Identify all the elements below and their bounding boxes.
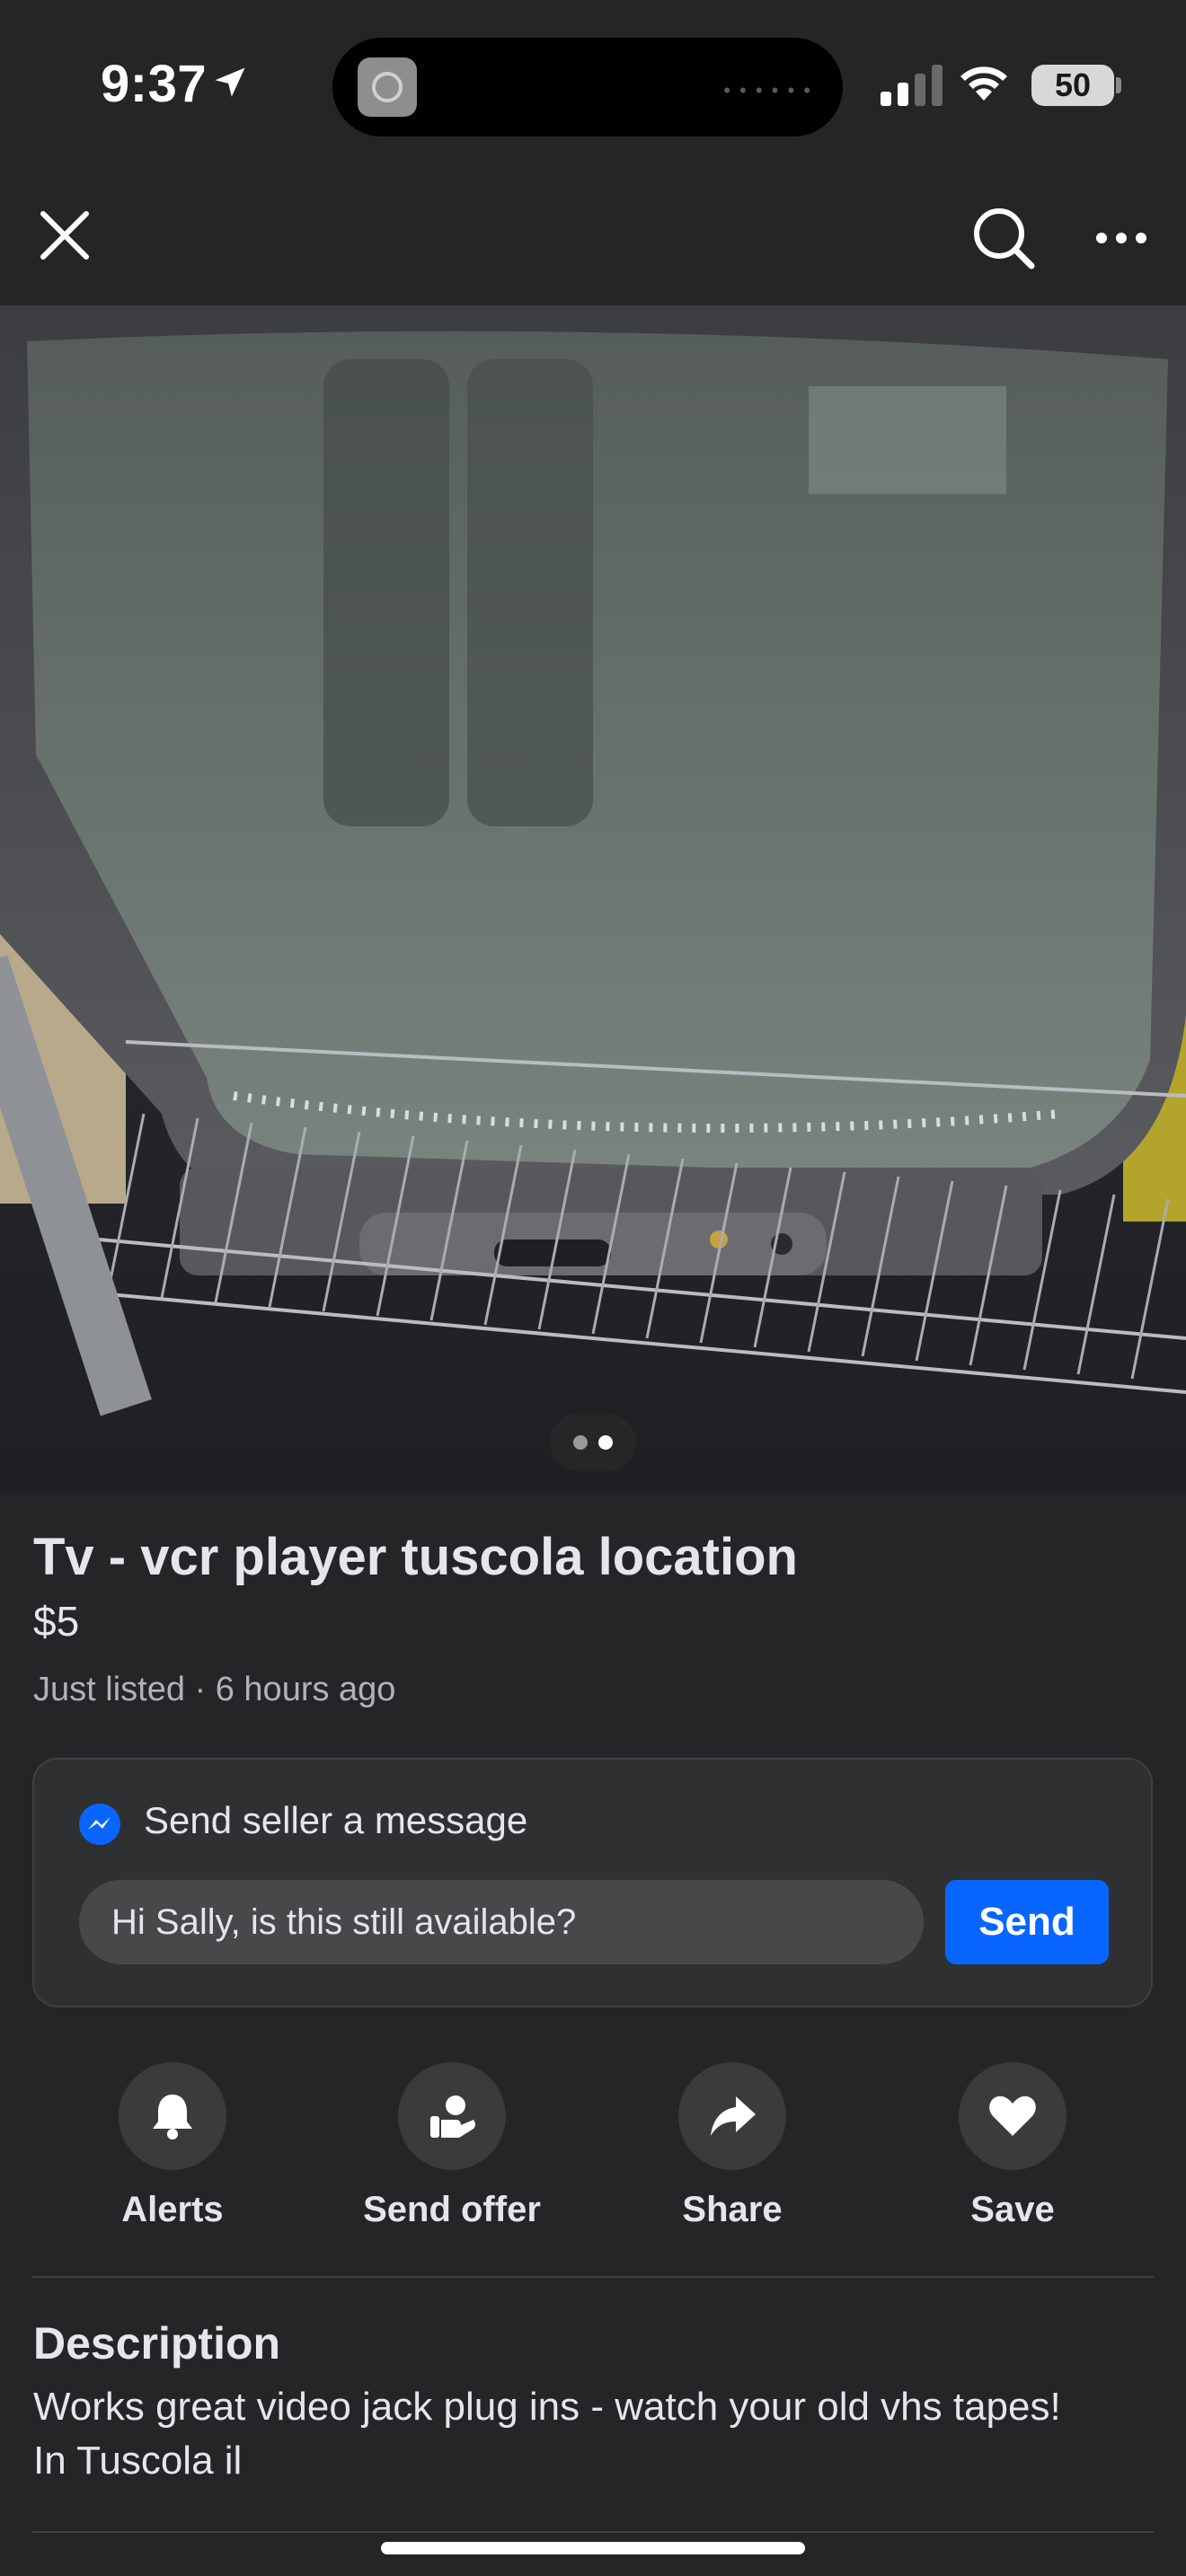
island-dots-icon: • • • • • • (723, 79, 812, 101)
save-label: Save (970, 2190, 1055, 2229)
messenger-icon (79, 1804, 120, 1845)
send-offer-button[interactable]: Send offer (344, 2062, 560, 2242)
battery-cap (1116, 77, 1121, 93)
wifi-icon (960, 66, 1007, 101)
save-circle[interactable] (959, 2062, 1067, 2170)
listing-title: Tv - vcr player tuscola location (33, 1528, 798, 1586)
search-icon[interactable] (970, 205, 1037, 271)
section-divider (32, 2276, 1154, 2278)
listing-meta: Just listed · 6 hours ago (33, 1671, 396, 1708)
send-offer-icon (430, 2095, 475, 2138)
more-horizontal-icon[interactable] (1094, 225, 1148, 251)
alerts-label: Alerts (121, 2190, 224, 2229)
alerts-circle[interactable] (119, 2062, 226, 2170)
listing-photo[interactable] (0, 305, 1186, 1493)
location-arrow-icon (215, 67, 245, 97)
battery-icon: 50 (1031, 65, 1114, 106)
bell-icon (153, 2095, 192, 2139)
share-arrow-icon (711, 2096, 756, 2136)
save-button[interactable]: Save (905, 2062, 1120, 2242)
heart-icon (989, 2095, 1036, 2136)
send-offer-circle[interactable] (398, 2062, 506, 2170)
tv-illustration (0, 305, 1186, 1493)
dynamic-island: • • • • • • (332, 38, 843, 137)
message-heading: Send seller a message (144, 1799, 528, 1841)
message-input[interactable]: Hi Sally, is this still available? (79, 1880, 924, 1964)
carousel-dot-1[interactable] (573, 1435, 588, 1450)
close-icon[interactable] (36, 207, 93, 264)
status-bar: 9:37 • • • • • • 50 (0, 0, 1186, 171)
status-time: 9:37 (101, 55, 208, 113)
send-offer-label: Send offer (363, 2190, 541, 2229)
send-button[interactable]: Send (945, 1880, 1109, 1964)
description-body: Works great video jack plug ins - watch … (33, 2385, 1061, 2483)
carousel-dot-2[interactable] (598, 1435, 613, 1450)
signal-bars-icon (881, 65, 943, 106)
carousel-pagination[interactable] (550, 1414, 636, 1471)
share-button[interactable]: Share (624, 2062, 840, 2242)
home-indicator[interactable] (381, 2542, 805, 2554)
share-label: Share (682, 2190, 783, 2229)
description-title: Description (33, 2318, 281, 2369)
alerts-button[interactable]: Alerts (65, 2062, 280, 2242)
message-seller-card: Send seller a message Hi Sally, is this … (32, 1758, 1153, 2007)
app-activity-icon (358, 57, 417, 117)
listing-price: $5 (33, 1598, 80, 1645)
share-circle[interactable] (678, 2062, 786, 2170)
bottom-divider (32, 2531, 1154, 2533)
